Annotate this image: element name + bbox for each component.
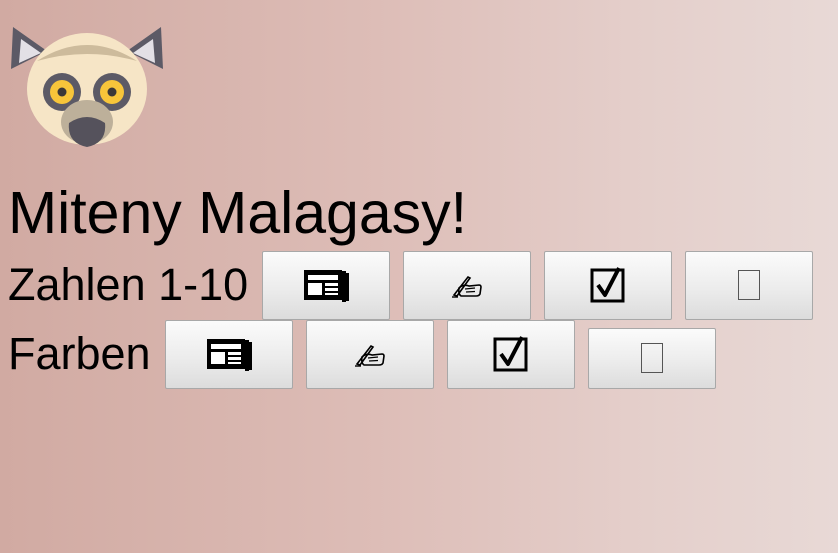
lesson-row-farben: Farben [8,319,729,389]
lesson-label: Farben [8,328,151,379]
blank-box-button[interactable] [685,250,814,320]
lesson-label: Zahlen 1-10 [8,259,249,310]
newspaper-icon [302,268,350,302]
quiz-check-button[interactable] [544,250,673,320]
empty-box-icon [738,270,761,300]
lesson-row-zahlen: Zahlen 1-10 [8,250,826,320]
writing-hand-icon [354,341,386,367]
read-lesson-button[interactable] [164,319,293,389]
ballot-box-check-icon [590,267,626,303]
quiz-check-button[interactable] [446,319,575,389]
page-title: Miteny Malagasy! [8,180,468,246]
blank-box-button[interactable] [587,327,716,389]
newspaper-icon [205,337,253,371]
writing-hand-icon [451,272,483,298]
empty-box-icon [640,343,663,373]
write-exercise-button[interactable] [305,319,434,389]
read-lesson-button[interactable] [262,250,391,320]
ballot-box-check-icon [493,336,529,372]
lemur-logo-icon [7,19,167,151]
write-exercise-button[interactable] [403,250,532,320]
